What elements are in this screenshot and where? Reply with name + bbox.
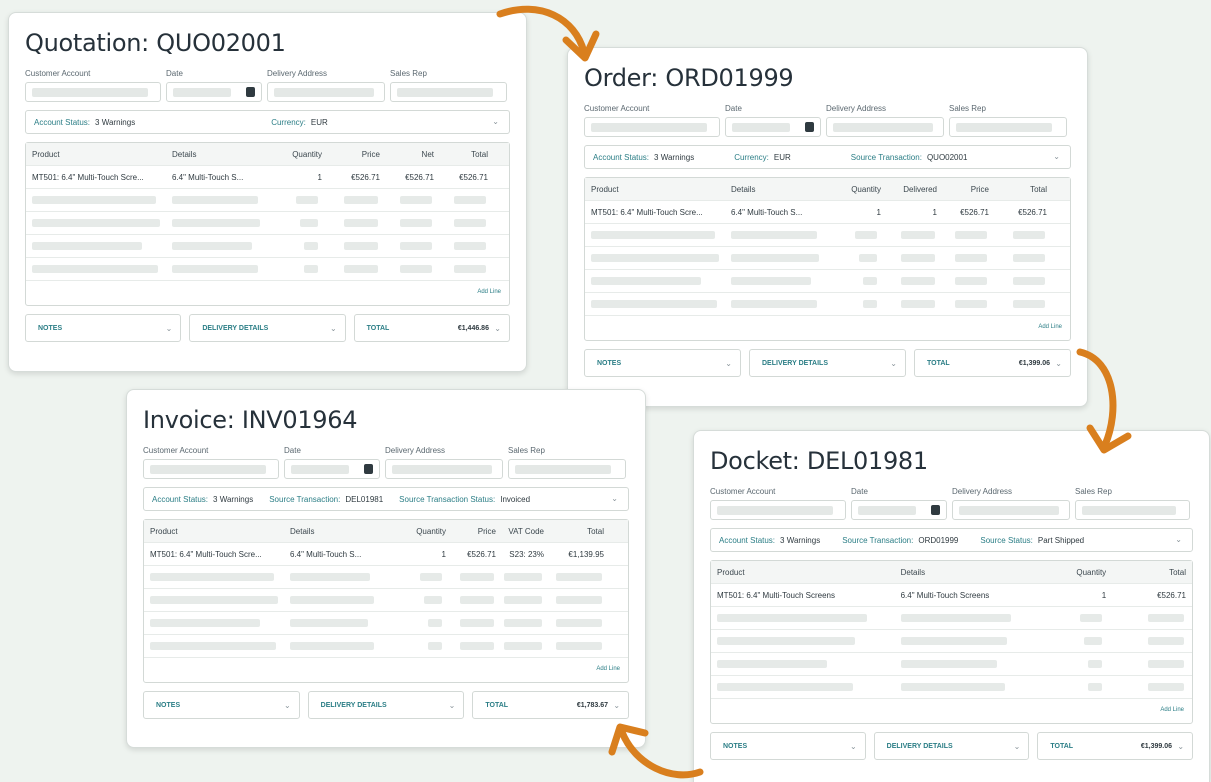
flow-arrows <box>496 5 1132 779</box>
arrow-order-to-docket <box>1076 348 1117 449</box>
arrow-docket-to-invoice <box>618 728 704 779</box>
